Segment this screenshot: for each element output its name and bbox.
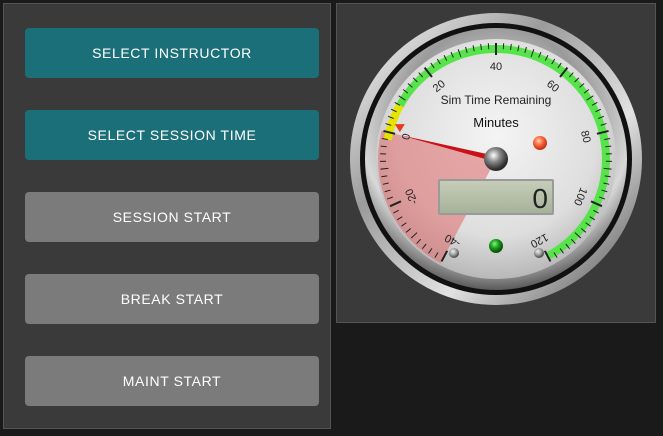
control-panel: SELECT INSTRUCTOR SELECT SESSION TIME SE…: [3, 3, 331, 429]
gauge-tick: [603, 167, 612, 170]
gauge-tick: [380, 167, 389, 170]
gauge-panel: -40-20020406080100120 Sim Time Remaining…: [336, 3, 656, 323]
maint-start-button[interactable]: MAINT START: [25, 356, 319, 406]
warning-indicator-light: [533, 136, 547, 150]
lcd-value: 0: [532, 183, 548, 214]
break-start-button[interactable]: BREAK START: [25, 274, 319, 324]
select-session-time-button[interactable]: SELECT SESSION TIME: [25, 110, 319, 160]
gauge-unit: Minutes: [473, 115, 519, 130]
gauge-tick: [605, 145, 612, 148]
sim-time-gauge: -40-20020406080100120 Sim Time Remaining…: [350, 13, 642, 305]
status-indicator-light: [489, 239, 503, 253]
select-instructor-button[interactable]: SELECT INSTRUCTOR: [25, 28, 319, 78]
gauge-scale-label: 40: [490, 61, 502, 73]
right-screw-light: [534, 248, 544, 258]
session-start-button[interactable]: SESSION START: [25, 192, 319, 242]
needle-hub: [484, 147, 508, 171]
left-screw-light: [449, 248, 459, 258]
gauge-title: Sim Time Remaining: [441, 93, 552, 107]
gauge-tick: [380, 145, 387, 148]
